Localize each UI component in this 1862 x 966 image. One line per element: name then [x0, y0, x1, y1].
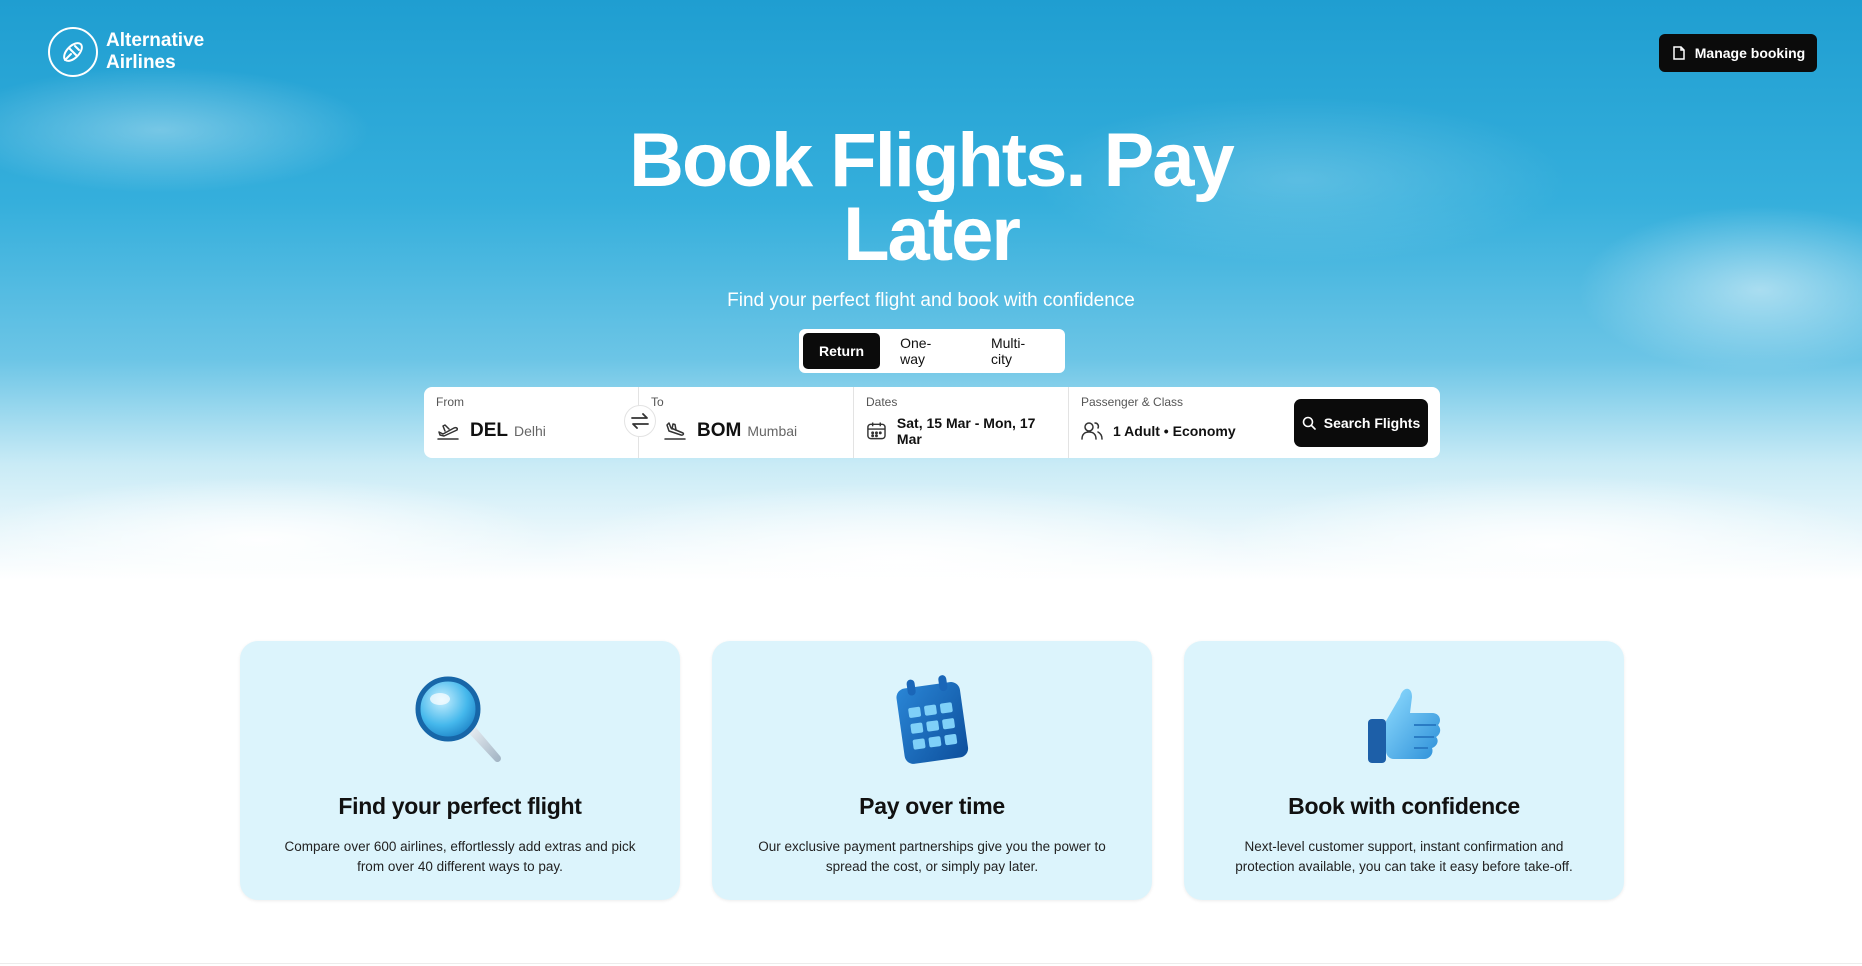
- dates-field[interactable]: Dates Sat, 15 Mar - Mon, 17 Mar: [854, 387, 1069, 458]
- trip-option-multi-city[interactable]: Multi-city: [975, 333, 1061, 369]
- booking-doc-icon: [1673, 46, 1685, 60]
- passengers-icon: [1081, 422, 1103, 440]
- from-label: From: [436, 395, 464, 409]
- hero-section: Alternative Airlines Manage booking Book…: [0, 0, 1862, 580]
- search-icon: [1302, 416, 1316, 430]
- search-flights-label: Search Flights: [1323, 415, 1421, 431]
- page-subheadline: Find your perfect flight and book with c…: [727, 290, 1135, 311]
- headline-line1: Book Flights. Pay: [629, 118, 1235, 203]
- to-airport-code: BOM: [697, 420, 742, 441]
- airplane-logo-icon: [48, 27, 98, 77]
- passenger-class-value: 1 Adult • Economy: [1113, 423, 1236, 439]
- takeoff-icon: [437, 424, 459, 440]
- calendar-small-icon: [867, 422, 886, 440]
- calendar-icon: [896, 675, 969, 764]
- trip-option-return[interactable]: Return: [803, 333, 881, 369]
- manage-booking-button[interactable]: Manage booking: [1659, 34, 1817, 72]
- page-headline: Book Flights. Pay Later: [531, 118, 1331, 277]
- to-city: Mumbai: [747, 423, 798, 439]
- feature-description: Our exclusive payment partnerships give …: [758, 839, 1106, 874]
- landing-icon: [664, 422, 686, 440]
- feature-card-find-flight: Find your perfect flight Compare over 60…: [240, 641, 680, 900]
- feature-description: Next-level customer support, instant con…: [1235, 839, 1573, 874]
- brand-name-line2: Airlines: [106, 52, 176, 73]
- passenger-class-field[interactable]: Passenger & Class 1 Adult • Economy: [1069, 387, 1284, 458]
- feature-card-pay-over-time: Pay over time Our exclusive payment part…: [712, 641, 1152, 900]
- headline-line2: Later: [843, 192, 1021, 277]
- from-airport-code: DEL: [470, 420, 508, 441]
- swap-airports-button[interactable]: [624, 405, 656, 437]
- manage-booking-label: Manage booking: [1694, 45, 1806, 61]
- brand-logo[interactable]: Alternative Airlines: [48, 27, 204, 77]
- brand-name-line1: Alternative: [106, 30, 205, 51]
- brand-name: Alternative Airlines: [106, 30, 204, 74]
- dates-value: Sat, 15 Mar - Mon, 17 Mar: [896, 415, 1036, 447]
- swap-icon: [631, 413, 649, 429]
- search-flights-button[interactable]: Search Flights: [1294, 399, 1428, 447]
- feature-title: Pay over time: [859, 793, 1005, 819]
- feature-title: Find your perfect flight: [338, 793, 582, 819]
- passenger-class-label: Passenger & Class: [1081, 395, 1184, 409]
- feature-card-book-confidence: Book with confidence Next-level customer…: [1184, 641, 1624, 900]
- from-field[interactable]: From DEL Delhi: [424, 387, 656, 458]
- flight-search-bar: From DEL Delhi To BOM Mumbai Dates Sat, …: [424, 387, 1440, 458]
- feature-description: Compare over 600 airlines, effortlessly …: [284, 839, 636, 874]
- to-field[interactable]: To BOM Mumbai: [639, 387, 854, 458]
- dates-label: Dates: [866, 395, 898, 409]
- magnifier-icon: [415, 676, 501, 763]
- from-city: Delhi: [514, 423, 546, 439]
- thumbs-up-icon: [1368, 688, 1441, 763]
- trip-option-one-way[interactable]: One-way: [884, 333, 971, 369]
- to-label: To: [651, 395, 664, 409]
- trip-type-toggle: Return One-way Multi-city: [799, 329, 1065, 373]
- feature-title: Book with confidence: [1288, 793, 1520, 819]
- section-divider: [0, 963, 1862, 964]
